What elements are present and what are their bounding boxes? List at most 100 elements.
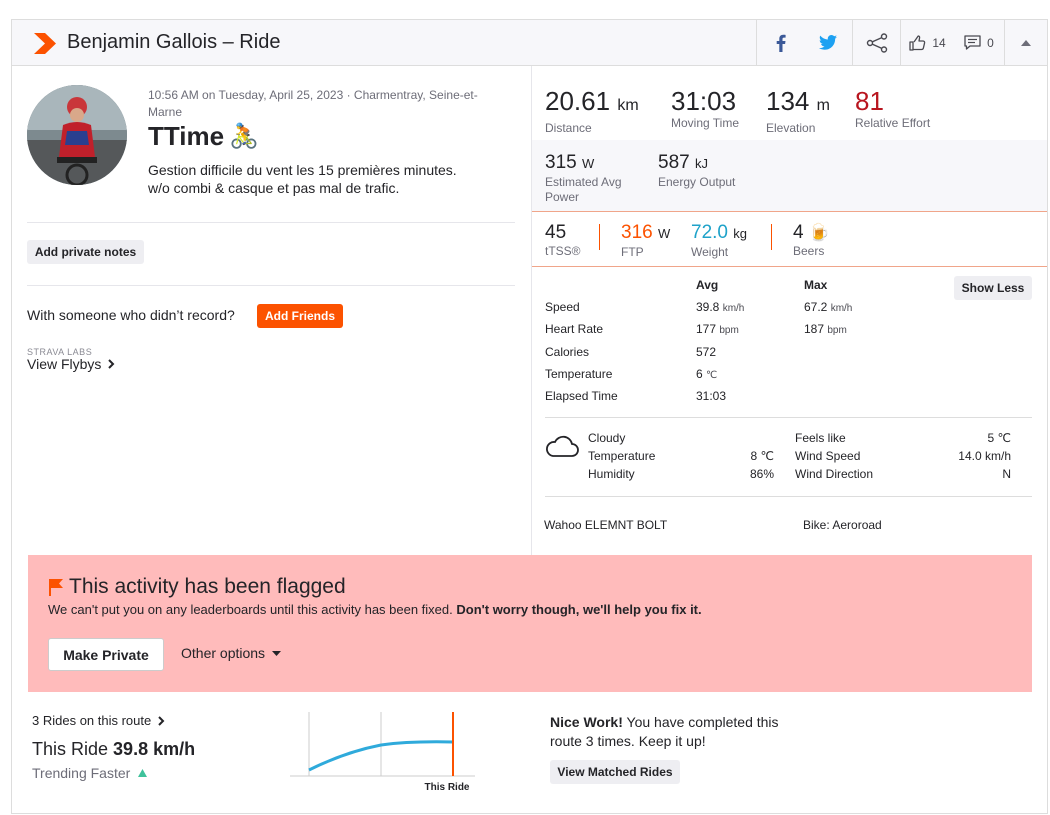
caret-down-icon — [272, 650, 282, 656]
weight-value: 72.0 — [691, 222, 728, 243]
facebook-icon — [776, 34, 786, 52]
stat-row-max: 187 bpm — [804, 322, 847, 336]
stat-row-label: Heart Rate — [545, 322, 604, 336]
thumbs-up-icon — [909, 34, 926, 51]
wind-speed-label: Wind Speed — [795, 449, 861, 463]
bike-name[interactable]: Bike: Aeroroad — [803, 518, 882, 532]
stat-separator — [599, 224, 600, 250]
add-friends-button[interactable]: Add Friends — [257, 304, 343, 328]
stat-separator — [771, 224, 772, 250]
view-matched-rides-button[interactable]: View Matched Rides — [550, 760, 680, 784]
stat-relative-effort[interactable]: 81 Relative Effort — [855, 86, 930, 131]
stat-unit: W — [581, 156, 595, 171]
description-line: w/o combi & casque et pas mal de trafic. — [148, 180, 400, 196]
flagged-title-text: This activity has been flagged — [69, 575, 346, 598]
stat-label: FTP — [621, 245, 644, 259]
stat-label: tTSS® — [545, 244, 581, 258]
stat-beers: 4 🍺 Beers — [793, 222, 830, 259]
avatar-photo — [27, 85, 127, 185]
share-button[interactable] — [852, 20, 900, 65]
max-header: Max — [804, 278, 828, 292]
other-options-label: Other options — [181, 645, 266, 661]
stat-weight: 72.0 kg Weight — [691, 222, 747, 260]
activity-description: Gestion difficile du vent les 15 premièr… — [148, 161, 528, 197]
avg-value: 572 — [696, 345, 717, 359]
comments-button[interactable]: 0 — [954, 20, 1004, 65]
stat-unit: kg — [733, 226, 747, 241]
divider — [27, 285, 515, 286]
flagged-banner: This activity has been flagged We can't … — [28, 555, 1032, 692]
trending-indicator: Trending Faster — [32, 765, 148, 781]
max-unit: km/h — [830, 303, 853, 314]
cloud-icon — [546, 435, 579, 457]
trending-label: Trending Faster — [32, 765, 131, 781]
flagged-text-main: We can't put you on any leaderboards unt… — [48, 602, 453, 617]
chevron-right-icon — [108, 359, 115, 369]
collapse-button[interactable] — [1004, 20, 1047, 65]
stat-ttss: 45 tTSS® — [545, 222, 581, 259]
wind-speed-value: 14.0 km/h — [958, 449, 1011, 463]
share-icon — [866, 32, 887, 53]
strava-chevron-icon — [34, 33, 56, 54]
divider — [545, 417, 1032, 418]
caret-up-icon — [1021, 39, 1031, 46]
stat-row-avg: 177 bpm — [696, 322, 739, 336]
make-private-button[interactable]: Make Private — [48, 638, 164, 671]
beer-icon: 🍺 — [808, 223, 831, 242]
avg-value: 31:03 — [696, 389, 727, 403]
stat-label: Elevation — [766, 121, 816, 135]
feels-like-value: 5 ℃ — [987, 431, 1011, 445]
stat-ftp: 316 W FTP — [621, 222, 670, 260]
athlete-avatar[interactable] — [27, 85, 127, 185]
kudos-count: 14 — [932, 35, 946, 50]
avg-value: 6 — [696, 367, 703, 381]
chevron-right-icon — [158, 715, 165, 726]
stat-label: Beers — [793, 244, 825, 258]
other-options-dropdown[interactable]: Other options — [181, 645, 282, 661]
this-ride-value: 39.8 km/h — [113, 739, 196, 759]
comment-icon — [964, 35, 981, 50]
stat-row-avg: 6 ℃ — [696, 367, 717, 381]
extra-stats-band — [532, 213, 1047, 267]
flagged-text-bold: Don't worry though, we'll help you fix i… — [456, 602, 702, 617]
this-ride-label: This Ride — [32, 739, 109, 759]
stat-value: 315 — [545, 152, 577, 173]
view-flybys-label: View Flybys — [27, 356, 102, 372]
stat-row-label: Temperature — [545, 367, 613, 381]
activity-title: TTime 🚴 — [148, 121, 259, 152]
description-line: Gestion difficile du vent les 15 premièr… — [148, 162, 457, 178]
relative-effort-value: 81 — [855, 86, 884, 116]
add-private-notes-button[interactable]: Add private notes — [27, 240, 144, 264]
avg-value: 177 — [696, 322, 717, 336]
activity-title-text: TTime — [148, 121, 225, 151]
view-flybys-link[interactable]: View Flybys — [27, 356, 117, 372]
feels-like-label: Feels like — [795, 431, 846, 445]
stat-label: Moving Time — [671, 116, 740, 130]
stat-unit: m — [816, 97, 830, 114]
flagged-text: We can't put you on any leaderboards unt… — [48, 602, 702, 617]
stat-energy-output: 587 kJ Energy Output — [658, 152, 735, 190]
activity-header: Benjamin Gallois – Ride 14 0 — [12, 20, 1047, 66]
comment-count: 0 — [987, 35, 994, 50]
activity-header-title: Benjamin Gallois – Ride — [67, 31, 281, 53]
max-value: 187 — [804, 322, 825, 336]
facebook-share-button[interactable] — [756, 20, 804, 65]
stat-row-max: 67.2 km/h — [804, 300, 852, 314]
kudos-button[interactable]: 14 — [900, 20, 954, 65]
ftp-value: 316 — [621, 222, 653, 243]
stat-estimated-power: 315 W Estimated Avg Power — [545, 152, 645, 205]
twitter-share-button[interactable] — [804, 20, 852, 65]
weather-temperature: 8 ℃ — [750, 449, 774, 463]
stat-row-avg: 31:03 — [696, 389, 726, 403]
stat-value: 45 — [545, 222, 567, 243]
rides-on-route-link[interactable]: 3 Rides on this route — [32, 713, 167, 728]
weather-humidity-label: Humidity — [588, 467, 635, 481]
stat-value: 4 — [793, 222, 804, 243]
stat-label: Relative Effort — [855, 116, 931, 130]
stat-value: 20.61 — [545, 86, 611, 116]
stat-moving-time: 31:03 Moving Time — [671, 86, 739, 131]
device-name: Wahoo ELEMNT BOLT — [544, 518, 668, 532]
show-less-button[interactable]: Show Less — [954, 276, 1032, 300]
this-ride-speed: This Ride 39.8 km/h — [32, 739, 195, 760]
trend-up-icon — [138, 769, 148, 777]
